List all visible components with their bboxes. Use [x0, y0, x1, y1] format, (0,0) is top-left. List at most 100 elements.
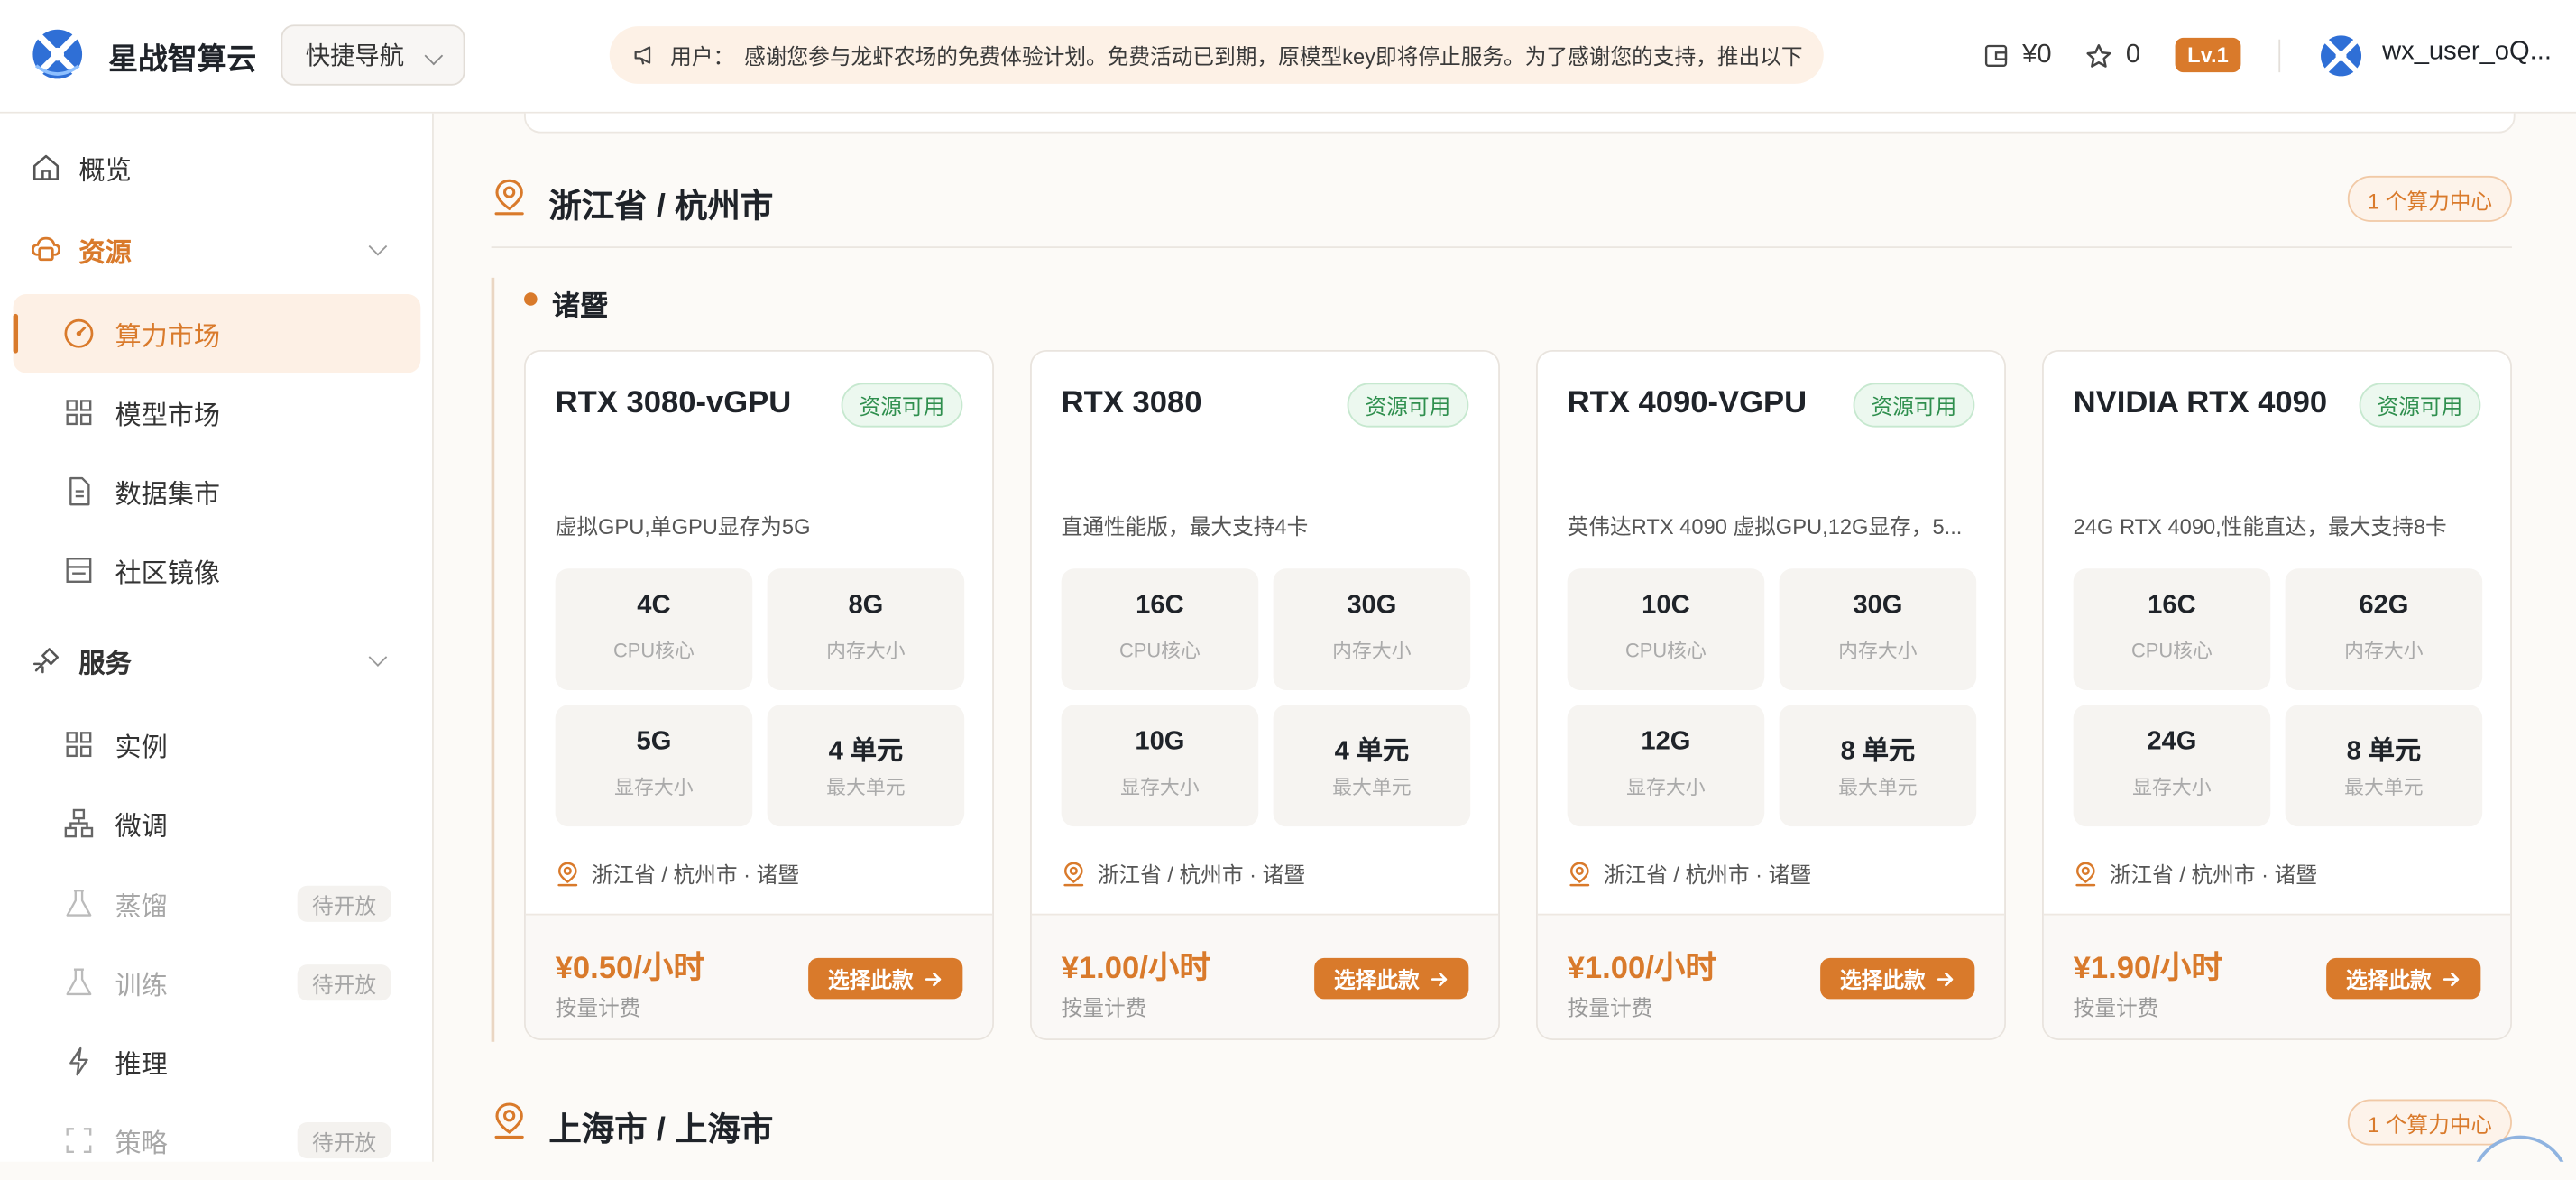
sidebar-item-model-market[interactable]: 模型市场	[14, 373, 421, 451]
sidebar-item-datasets[interactable]: 数据集市	[14, 452, 421, 530]
location-pin-icon	[1569, 861, 1590, 886]
coming-soon-badge: 待开放	[297, 964, 391, 1001]
spec-label: 显存大小	[1626, 775, 1706, 799]
gpu-name: RTX 3080-vGPU	[555, 386, 792, 421]
sidebar-item-community-images[interactable]: 社区镜像	[14, 530, 421, 609]
coming-soon-badge: 待开放	[297, 885, 391, 922]
spec-label: 显存大小	[614, 775, 694, 799]
spec-value: 8 单元	[1840, 737, 1916, 766]
document-icon	[69, 476, 90, 506]
sidebar-item-training[interactable]: 训练 待开放	[14, 944, 421, 1022]
bolt-icon	[69, 1046, 88, 1076]
city-name: 诸暨	[552, 290, 608, 322]
card-location: 浙江省 / 杭州市 · 诸暨	[1568, 858, 1811, 890]
star-icon	[2086, 43, 2111, 67]
quick-nav-dropdown[interactable]: 快捷导航	[281, 24, 465, 86]
gpu-name: RTX 4090-VGPU	[1567, 386, 1808, 421]
sidebar-label: 概览	[78, 157, 132, 186]
gpu-card[interactable]: NVIDIA RTX 4090 资源可用 24G RTX 4090,性能直达，最…	[2042, 349, 2512, 1040]
card-footer: ¥1.00/小时 按量计费 选择此款	[1537, 913, 2005, 1039]
region-divider	[491, 246, 2512, 249]
sidebar-group-resources[interactable]: 资源	[14, 210, 421, 289]
top-header: 星战智算云 快捷导航 用户： 感谢您参与龙虾农场的免费体验计划。免费活动已到期，…	[0, 0, 2576, 114]
gpu-card[interactable]: RTX 3080-vGPU 资源可用 虚拟GPU,单GPU显存为5G 4C CP…	[524, 349, 994, 1040]
spec-label: 最大单元	[2344, 775, 2424, 799]
spec-cpu: 16C CPU核心	[1061, 568, 1259, 690]
sidebar-label: 资源	[78, 239, 132, 268]
sidebar-label: 模型市场	[115, 402, 221, 431]
brand-name[interactable]: 星战智算云	[108, 36, 256, 78]
wallet-balance[interactable]: ¥0	[1983, 32, 2052, 78]
sidebar-item-finetune[interactable]: 微调	[14, 784, 421, 862]
previous-region-card	[524, 113, 2516, 134]
gpu-card[interactable]: RTX 4090-VGPU 资源可用 英伟达RTX 4090 虚拟GPU,12G…	[1536, 349, 2006, 1040]
spec-units: 4 单元 最大单元	[1273, 705, 1471, 827]
choose-button[interactable]: 选择此款	[1820, 957, 1975, 1000]
grid-icon	[66, 732, 92, 758]
status-badge: 资源可用	[2359, 383, 2481, 428]
sidebar-label: 推理	[115, 1051, 168, 1080]
plug-icon	[32, 648, 60, 674]
quick-nav-label: 快捷导航	[305, 42, 405, 71]
gpu-name: NVIDIA RTX 4090	[2073, 386, 2328, 421]
spec-value: 16C	[1136, 591, 1184, 620]
spec-vram: 24G 显存大小	[2073, 705, 2271, 827]
chevron-down-icon	[424, 46, 444, 66]
spec-units: 4 单元 最大单元	[767, 705, 965, 827]
sidebar-item-overview[interactable]: 概览	[14, 128, 421, 207]
sidebar: 概览 资源 算力市场 模型市场 数据集市 社区镜像 服务 实例 微调 蒸馏 待开…	[0, 113, 434, 1162]
gpu-description: 24G RTX 4090,性能直达，最大支持8卡	[2073, 514, 2447, 539]
choose-button[interactable]: 选择此款	[2326, 957, 2481, 1000]
sidebar-item-strategy[interactable]: 策略 待开放	[14, 1101, 421, 1179]
spec-label: 最大单元	[826, 775, 906, 799]
gauge-icon	[64, 318, 94, 348]
cloud-server-icon	[32, 236, 60, 262]
header-divider	[2278, 39, 2281, 73]
logo-icon[interactable]	[30, 26, 86, 82]
spec-vram: 12G 显存大小	[1567, 705, 1765, 827]
location-pin-icon	[2075, 861, 2096, 886]
sidebar-item-inference[interactable]: 推理	[14, 1022, 421, 1101]
sidebar-group-services[interactable]: 服务	[14, 622, 421, 700]
billing-mode: 按量计费	[1567, 995, 1653, 1021]
avatar[interactable]	[2318, 32, 2364, 78]
spec-label: 显存大小	[2132, 775, 2212, 799]
spec-label: 内存大小	[1332, 639, 1412, 663]
sidebar-item-compute-market[interactable]: 算力市场	[13, 294, 421, 373]
spec-memory: 62G 内存大小	[2285, 568, 2483, 690]
spec-value: 24G	[2147, 727, 2197, 756]
sidebar-item-instances[interactable]: 实例	[14, 705, 421, 783]
city-dot	[524, 292, 538, 306]
region-header: 上海市 / 上海市 1 个算力中心	[492, 1088, 2512, 1160]
chevron-down-icon	[368, 648, 388, 667]
notice-banner[interactable]: 用户： 感谢您参与龙虾农场的免费体验计划。免费活动已到期，原模型key即将停止服…	[609, 26, 1824, 84]
center-count-badge: 1 个算力中心	[2348, 1099, 2512, 1146]
arrow-right-icon	[925, 971, 942, 986]
location-text: 浙江省 / 杭州市 · 诸暨	[1097, 862, 1305, 888]
spec-value: 12G	[1641, 727, 1691, 756]
favorites-count[interactable]: 0	[2084, 32, 2140, 78]
notice-text: 感谢您参与龙虾农场的免费体验计划。免费活动已到期，原模型key即将停止服务。为了…	[744, 44, 1803, 69]
image-box-icon	[66, 558, 92, 583]
location-text: 浙江省 / 杭州市 · 诸暨	[591, 862, 799, 888]
price: ¥1.90/小时	[2073, 951, 2223, 986]
choose-button-label: 选择此款	[1839, 967, 1926, 993]
arrow-right-icon	[2443, 971, 2460, 986]
spec-units: 8 单元 最大单元	[1779, 705, 1977, 827]
choose-button[interactable]: 选择此款	[808, 957, 963, 1000]
spec-cpu: 16C CPU核心	[2073, 568, 2271, 690]
location-pin-icon	[1063, 861, 1084, 886]
spec-label: CPU核心	[1624, 639, 1707, 663]
gpu-name: RTX 3080	[1061, 386, 1202, 421]
sidebar-item-distill[interactable]: 蒸馏 待开放	[14, 864, 421, 943]
spec-value: 10C	[1642, 591, 1690, 620]
choose-button[interactable]: 选择此款	[1314, 957, 1469, 1000]
card-footer: ¥0.50/小时 按量计费 选择此款	[525, 913, 993, 1039]
region-title: 上海市 / 上海市	[548, 1112, 774, 1149]
gpu-card[interactable]: RTX 3080 资源可用 直通性能版，最大支持4卡 16C CPU核心 30G…	[1030, 349, 1500, 1040]
billing-mode: 按量计费	[555, 995, 641, 1021]
balance-value: ¥0	[2022, 41, 2052, 69]
card-footer: ¥1.00/小时 按量计费 选择此款	[1031, 913, 1499, 1039]
spec-value: 8G	[848, 591, 884, 620]
username[interactable]: wx_user_oQ...	[2382, 38, 2552, 68]
